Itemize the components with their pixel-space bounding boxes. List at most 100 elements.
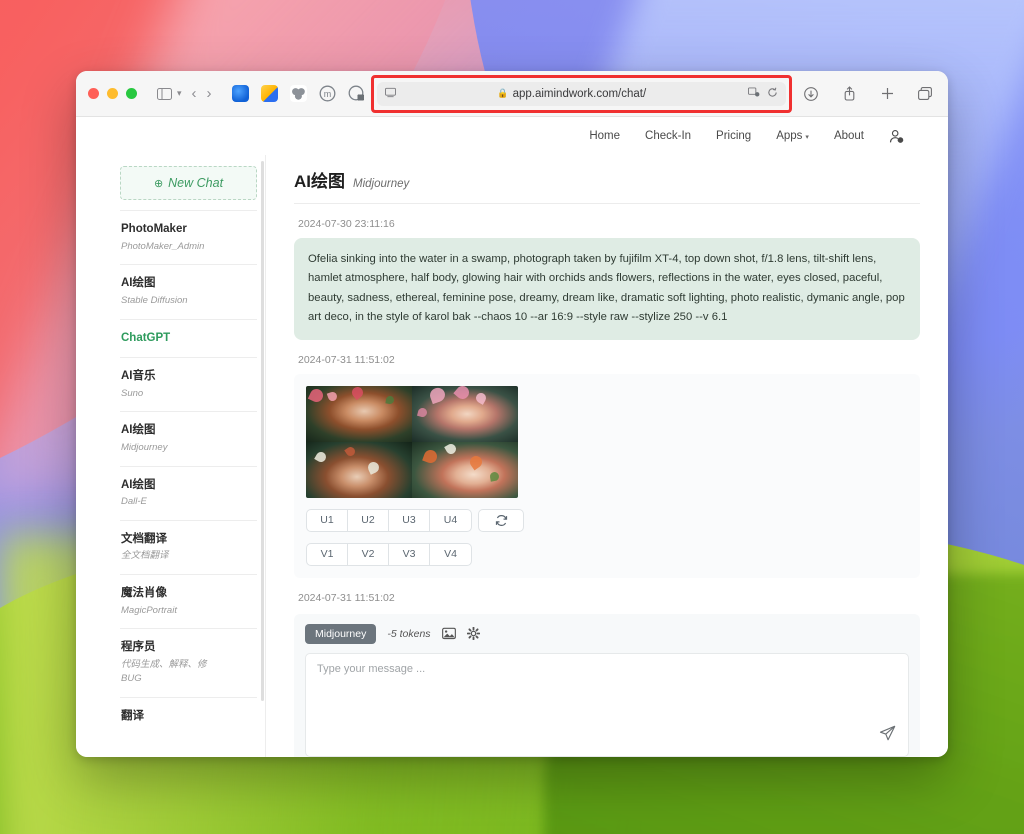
message-input[interactable]: Type your message ... xyxy=(305,652,909,757)
nav-link-home[interactable]: Home xyxy=(589,130,620,142)
message-input-placeholder: Type your message ... xyxy=(317,662,426,675)
minimize-window-button[interactable] xyxy=(107,88,118,99)
variation-button-v3[interactable]: V3 xyxy=(389,543,430,565)
plus-circle-icon: ⊕ xyxy=(153,177,164,190)
timestamp-composer: 2024-07-31 11:51:02 xyxy=(298,591,395,604)
sidebar-item-title: AI绘图 xyxy=(121,424,156,437)
forward-arrow-icon[interactable]: › xyxy=(207,85,212,102)
chat-model-name: Midjourney xyxy=(353,178,410,190)
sidebar-item-programmer[interactable]: 程序员 代码生成、解释、修BUG xyxy=(120,628,257,696)
sidebar-item-title: AI绘图 xyxy=(121,277,156,290)
sidebar-item-title: PhotoMaker xyxy=(121,223,187,235)
browser-window: ▾ ‹ › m 🔒 app.aimindwork.com/chat/ Home … xyxy=(76,71,948,757)
page-body: ⊕ New Chat PhotoMaker PhotoMaker_Admin A… xyxy=(76,155,948,757)
sidebar-item-photomaker[interactable]: PhotoMaker PhotoMaker_Admin xyxy=(120,210,257,264)
upscale-button-u1[interactable]: U1 xyxy=(307,509,348,531)
browser-toolbar: ▾ ‹ › m 🔒 app.aimindwork.com/chat/ xyxy=(76,71,948,117)
sidebar-item-title: AI音乐 xyxy=(121,370,156,383)
nav-link-check-in[interactable]: Check-In xyxy=(645,130,691,142)
prompt-message-bubble: Ofelia sinking into the water in a swamp… xyxy=(294,238,920,340)
upscale-button-u4[interactable]: U4 xyxy=(430,510,471,531)
sidebar-item-subtitle: Midjourney xyxy=(121,441,168,453)
send-icon[interactable] xyxy=(879,725,896,747)
gear-icon[interactable] xyxy=(466,627,480,641)
message-composer: Midjourney -5 tokens Type your message .… xyxy=(294,613,920,757)
nav-link-apps[interactable]: Apps ▾ xyxy=(776,130,809,142)
variation-button-v2[interactable]: V2 xyxy=(348,543,389,565)
sidebar-item-magicportrait[interactable]: 魔法肖像 MagicPortrait xyxy=(120,574,257,628)
upscale-button-group: U1 U2 U3 U4 xyxy=(306,508,472,532)
sidebar-item-document-translation[interactable]: 文档翻译 全文档翻译 xyxy=(120,519,257,574)
address-bar[interactable]: 🔒 app.aimindwork.com/chat/ xyxy=(376,81,786,106)
generated-image-4[interactable] xyxy=(412,441,518,498)
browser-extension-m-icon[interactable]: m xyxy=(319,85,336,102)
model-badge[interactable]: Midjourney xyxy=(305,623,377,644)
sidebar-item-title: 魔法肖像 xyxy=(121,587,167,600)
maximize-window-button[interactable] xyxy=(126,88,137,99)
extension-icons: m xyxy=(231,85,365,102)
sidebar-item-subtitle: MagicPortrait xyxy=(121,604,177,616)
sidebar-item-subtitle: PhotoMaker_Admin xyxy=(121,240,205,252)
extensions-in-url-icon[interactable] xyxy=(748,86,760,101)
prompt-text: Ofelia sinking into the water in a swamp… xyxy=(308,253,905,324)
reader-view-icon[interactable] xyxy=(384,87,396,101)
nav-link-about[interactable]: About xyxy=(834,130,864,142)
nav-link-pricing[interactable]: Pricing xyxy=(716,130,751,142)
variation-button-v1[interactable]: V1 xyxy=(307,543,348,565)
url-text: app.aimindwork.com/chat/ xyxy=(512,87,647,100)
new-chat-label: New Chat xyxy=(168,176,224,190)
sidebar-item-translate[interactable]: 翻译 xyxy=(120,696,257,736)
browser-extension-lock-icon[interactable] xyxy=(348,85,365,102)
toolbar-right-icons xyxy=(800,83,936,105)
chevron-down-icon: ▾ xyxy=(805,134,809,141)
upscale-button-u3[interactable]: U3 xyxy=(389,509,430,531)
generated-image-3[interactable] xyxy=(306,441,412,498)
lock-icon: 🔒 xyxy=(497,88,509,98)
page-title: AI绘图 xyxy=(294,172,345,191)
sidebar-item-subtitle: 代码生成、解释、修BUG xyxy=(121,659,207,684)
browser-extension-blue-icon[interactable] xyxy=(231,85,249,102)
site-navigation: Home Check-In Pricing Apps ▾ About xyxy=(76,117,948,155)
sidebar-item-title: ChatGPT xyxy=(121,331,171,344)
chat-sidebar: ⊕ New Chat PhotoMaker PhotoMaker_Admin A… xyxy=(120,155,266,757)
share-icon[interactable] xyxy=(838,83,860,105)
variation-button-v4[interactable]: V4 xyxy=(430,544,471,565)
sidebar-item-stable-diffusion[interactable]: AI绘图 Stable Diffusion xyxy=(120,264,257,318)
address-bar-right-icons xyxy=(748,86,778,101)
sidebar-item-midjourney[interactable]: AI绘图 Midjourney xyxy=(120,411,257,465)
sidebar-item-suno[interactable]: AI音乐 Suno xyxy=(120,357,257,411)
sidebar-item-dall-e[interactable]: AI绘图 Dall-E xyxy=(120,465,257,520)
browser-extension-gray-icon[interactable] xyxy=(289,85,307,102)
sidebar-item-title: 文档翻译 xyxy=(121,532,167,545)
tab-overview-icon[interactable] xyxy=(914,83,936,105)
timestamp-prompt: 2024-07-30 23:11:16 xyxy=(298,218,395,230)
generated-image-1[interactable] xyxy=(306,385,412,442)
browser-extension-yellow-icon[interactable] xyxy=(260,85,278,102)
sidebar-item-subtitle: Stable Diffusion xyxy=(121,294,188,306)
chevron-down-icon[interactable]: ▾ xyxy=(177,88,182,99)
window-controls xyxy=(88,88,137,99)
response-card: U1 U2 U3 U4 V1 V2 V3 V4 xyxy=(294,373,920,578)
refresh-icon[interactable] xyxy=(479,510,523,531)
new-tab-icon[interactable] xyxy=(876,83,898,105)
generated-image-2[interactable] xyxy=(412,385,518,442)
back-arrow-icon[interactable]: ‹ xyxy=(192,85,197,102)
upscale-button-u2[interactable]: U2 xyxy=(348,509,389,531)
svg-text:m: m xyxy=(323,89,331,99)
sidebar-item-title: AI绘图 xyxy=(121,478,156,491)
sidebar-item-chatgpt[interactable]: ChatGPT xyxy=(120,318,257,358)
chat-header: AI绘图 Midjourney xyxy=(294,167,920,204)
new-chat-button[interactable]: ⊕ New Chat xyxy=(120,166,257,200)
close-window-button[interactable] xyxy=(88,88,99,99)
generated-image-grid[interactable] xyxy=(306,385,518,498)
image-attach-icon[interactable] xyxy=(441,627,456,640)
sidebar-toggle-icon[interactable] xyxy=(153,83,175,105)
sidebar-item-subtitle: 全文档翻译 xyxy=(121,550,169,562)
user-account-icon[interactable] xyxy=(889,129,904,144)
sidebar-scrollbar[interactable] xyxy=(261,161,264,701)
reload-icon[interactable] xyxy=(767,87,778,101)
address-bar-container: 🔒 app.aimindwork.com/chat/ xyxy=(370,74,792,113)
download-icon[interactable] xyxy=(800,83,822,105)
sidebar-item-subtitle: Suno xyxy=(121,387,144,399)
sidebar-item-subtitle: Dall-E xyxy=(121,496,147,508)
